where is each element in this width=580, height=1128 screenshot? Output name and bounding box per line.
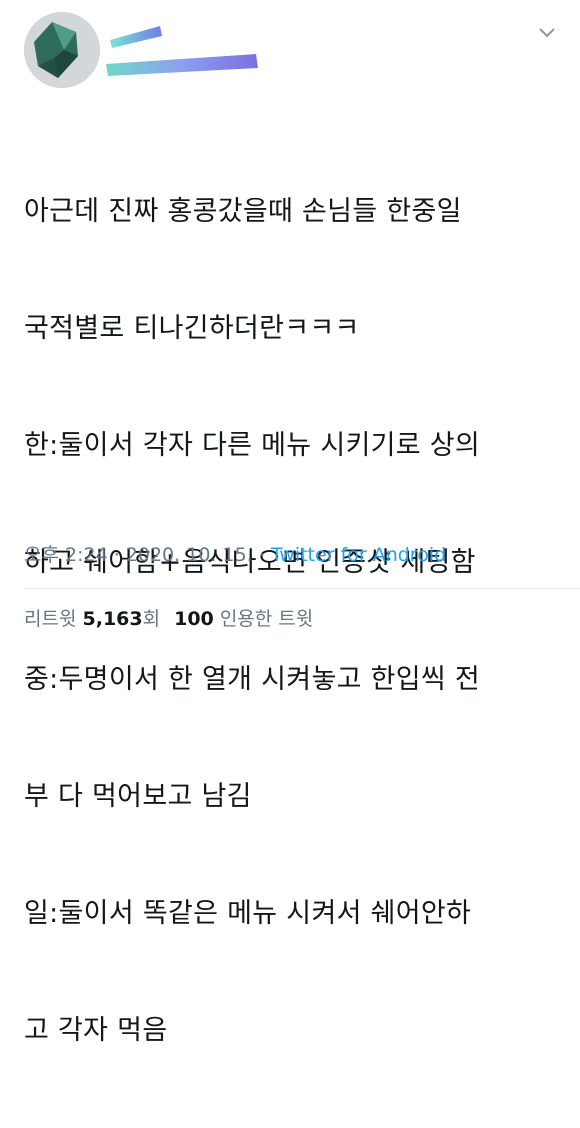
tweet-text-line: 일:둘이서 똑같은 메뉴 시켜서 쉐어안하 (24, 898, 472, 929)
censored-username (104, 24, 264, 84)
tweet-text-line: 한:둘이서 각자 다른 메뉴 시키기로 상의 (24, 430, 481, 461)
retweets-label: 리트윗 (24, 608, 77, 630)
tweet-text-line: 중:두명이서 한 열개 시켜놓고 한입씩 전 (24, 664, 481, 695)
retweets-count: 5,163 (82, 608, 143, 630)
retweets-suffix: 회 (142, 608, 161, 630)
tweet-metadata: 오후 2:24 · 2020. 10. 15. · Twitter for An… (24, 540, 446, 567)
quotes-stat[interactable]: 100 인용한 트윗 (174, 608, 313, 630)
more-options-button[interactable] (534, 22, 560, 44)
divider (24, 588, 580, 589)
quotes-count: 100 (174, 608, 214, 630)
chevron-down-icon (539, 28, 555, 38)
tweet-text-line: 아근데 진짜 홍콩갔을때 손님들 한중일 (24, 196, 462, 227)
tweet-date[interactable]: 2020. 10. 15. (126, 544, 253, 566)
avatar[interactable] (24, 12, 100, 88)
tweet-source-link[interactable]: Twitter for Android (271, 544, 446, 566)
tweet-text-line: 부 다 먹어보고 남김 (24, 781, 252, 812)
meta-separator: · (252, 544, 271, 566)
tweet-text-line: 국적별로 티나긴하더란ㅋㅋㅋ (24, 313, 360, 344)
tweet-time[interactable]: 오후 2:24 (24, 544, 108, 566)
retweets-stat[interactable]: 리트윗 5,163회 (24, 608, 160, 630)
meta-separator: · (107, 544, 126, 566)
tweet-stats: 리트윗 5,163회 100 인용한 트윗 (24, 604, 313, 631)
tweet-text-line: 고 각자 먹음 (24, 1015, 168, 1046)
quotes-label: 인용한 트윗 (219, 608, 314, 630)
tweet-card: 아근데 진짜 홍콩갔을때 손님들 한중일 국적별로 티나긴하더란ㅋㅋㅋ 한:둘이… (0, 0, 580, 1046)
